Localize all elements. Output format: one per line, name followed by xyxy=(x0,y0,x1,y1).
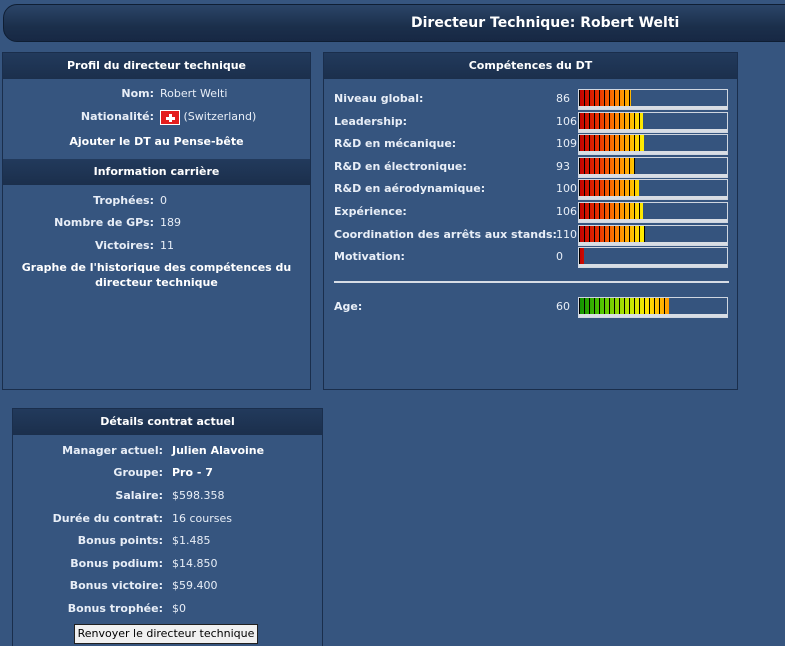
age-value: 60 xyxy=(556,300,570,313)
skill-label: Niveau global: xyxy=(334,92,424,105)
skill-bar xyxy=(578,202,728,223)
skill-label: Motivation: xyxy=(334,250,405,264)
skill-bar xyxy=(578,134,728,156)
skill-row: Motivation: 0 xyxy=(334,247,729,269)
bonus-trophy-value: $0 xyxy=(172,602,186,615)
skills-divider xyxy=(334,281,729,283)
gps-label: Nombre de GPs: xyxy=(54,216,154,229)
skill-label: Coordination des arrêts aux stands: xyxy=(334,227,557,241)
career-panel-title: Information carrière xyxy=(3,159,310,185)
bonus-win-row: Bonus victoire: $59.400 xyxy=(13,578,322,594)
skill-label: Expérience: xyxy=(334,205,407,218)
age-bar xyxy=(578,297,728,318)
skill-bar xyxy=(578,224,728,246)
nationality-value: (Switzerland) xyxy=(183,110,257,123)
bonus-win-label: Bonus victoire: xyxy=(69,579,163,592)
wins-row: Victoires: 11 xyxy=(3,238,310,254)
duration-row: Durée du contrat: 16 courses xyxy=(13,511,322,527)
nationality-label: Nationalité: xyxy=(80,110,154,123)
skill-value: 100 xyxy=(556,182,577,196)
contract-panel: Détails contrat actuel Manager actuel: J… xyxy=(12,408,323,646)
skill-value: 0 xyxy=(556,250,563,264)
name-value: Robert Welti xyxy=(160,87,228,100)
skill-row: Leadership: 106 xyxy=(334,111,729,133)
bonus-podium-value: $14.850 xyxy=(172,557,218,570)
skills-panel: Compétences du DT Niveau global: 86 Leader… xyxy=(323,52,738,390)
switzerland-flag-icon xyxy=(160,109,180,125)
bonus-podium-row: Bonus podium: $14.850 xyxy=(13,556,322,572)
age-row: Age: 60 xyxy=(334,297,729,318)
profile-panel-title: Profil du directeur technique xyxy=(3,53,310,79)
wins-value: 11 xyxy=(160,239,174,252)
skill-value: 86 xyxy=(556,92,570,105)
bonus-trophy-label: Bonus trophée: xyxy=(67,602,163,615)
skill-row: R&D en aérodynamique: 100 xyxy=(334,179,729,201)
duration-value: 16 courses xyxy=(172,512,232,525)
skill-row: Niveau global: 86 xyxy=(334,89,729,110)
skill-bar xyxy=(578,156,728,178)
page-title: Directeur Technique: Robert Welti xyxy=(411,15,680,31)
group-label: Groupe: xyxy=(113,466,163,479)
skill-bar xyxy=(578,89,728,110)
manager-label: Manager actuel: xyxy=(62,444,163,457)
page-header: Directeur Technique: Robert Welti xyxy=(3,4,785,42)
skill-value: 106 xyxy=(556,114,577,128)
salary-row: Salaire: $598.358 xyxy=(13,488,322,504)
salary-label: Salaire: xyxy=(115,489,163,502)
skill-label: R&D en électronique: xyxy=(334,159,467,173)
trophies-value: 0 xyxy=(160,194,167,207)
skill-value: 109 xyxy=(556,137,577,151)
gps-value: 189 xyxy=(160,216,181,229)
skill-bar xyxy=(578,179,728,201)
trophies-label: Trophées: xyxy=(93,194,154,207)
age-label: Age: xyxy=(334,300,363,313)
trophies-row: Trophées: 0 xyxy=(3,193,310,209)
salary-value: $598.358 xyxy=(172,489,225,502)
profile-panel: Profil du directeur technique Nom: Rober… xyxy=(2,52,311,390)
skill-bar xyxy=(578,247,728,269)
bonus-points-value: $1.485 xyxy=(172,534,211,547)
skill-row: R&D en mécanique: 109 xyxy=(334,134,729,156)
skill-value: 110 xyxy=(556,227,577,241)
wins-label: Victoires: xyxy=(94,239,154,252)
gps-row: Nombre de GPs: 189 xyxy=(3,215,310,231)
duration-label: Durée du contrat: xyxy=(52,512,163,525)
skill-row: R&D en électronique: 93 xyxy=(334,156,729,178)
manager-row: Manager actuel: Julien Alavoine xyxy=(13,443,322,459)
contract-panel-title: Détails contrat actuel xyxy=(13,409,322,435)
skill-row: Expérience: 106 xyxy=(334,202,729,223)
skills-panel-title: Compétences du DT xyxy=(324,53,737,79)
skill-label: R&D en aérodynamique: xyxy=(334,182,486,196)
skill-value: 93 xyxy=(556,159,570,173)
skill-label: Leadership: xyxy=(334,114,408,128)
bonus-win-value: $59.400 xyxy=(172,579,218,592)
skill-bar xyxy=(578,111,728,133)
fire-director-button[interactable]: Renvoyer le directeur technique xyxy=(74,624,258,644)
manager-value[interactable]: Julien Alavoine xyxy=(172,443,264,459)
group-value[interactable]: Pro - 7 xyxy=(172,465,213,481)
skill-history-graph-link[interactable]: Graphe de l'historique des compétences d… xyxy=(3,260,310,290)
nationality-row: Nationalité: (Switzerland) xyxy=(3,109,310,125)
skill-label: R&D en mécanique: xyxy=(334,137,457,151)
bonus-podium-label: Bonus podium: xyxy=(70,557,163,570)
name-row: Nom: Robert Welti xyxy=(3,86,310,102)
bonus-points-label: Bonus points: xyxy=(77,534,163,547)
skill-value: 106 xyxy=(556,205,577,218)
bonus-trophy-row: Bonus trophée: $0 xyxy=(13,601,322,617)
name-label: Nom: xyxy=(121,87,154,100)
bonus-points-row: Bonus points: $1.485 xyxy=(13,533,322,549)
add-to-notepad-link[interactable]: Ajouter le DT au Pense-bête xyxy=(3,134,310,149)
skill-row: Coordination des arrêts aux stands: 110 xyxy=(334,224,729,246)
group-row: Groupe: Pro - 7 xyxy=(13,465,322,481)
